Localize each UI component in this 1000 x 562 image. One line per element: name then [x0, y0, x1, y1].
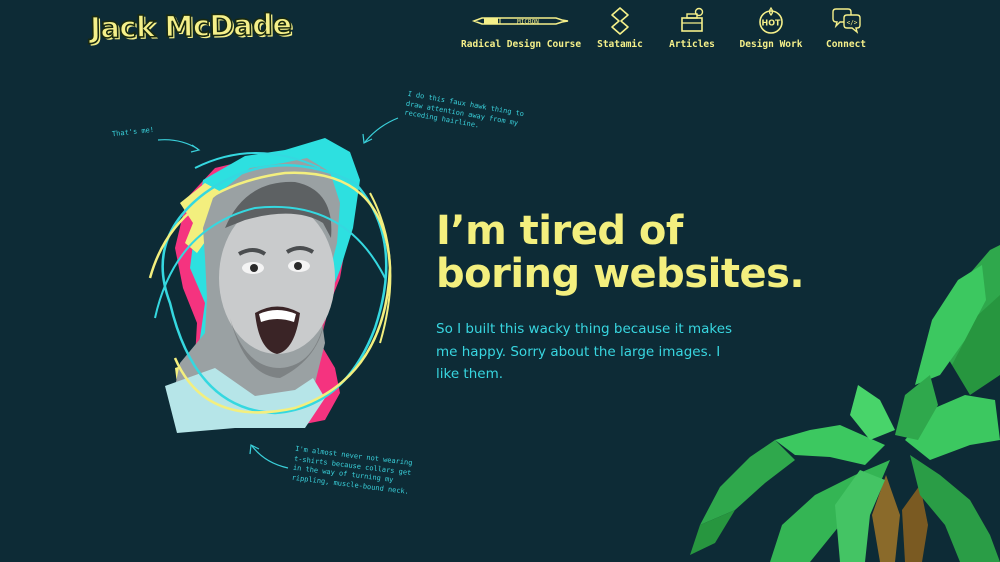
nav-item-connect[interactable]: </> Connect: [817, 6, 875, 50]
site-logo[interactable]: Jack McDade: [89, 6, 293, 45]
chat-bubbles-icon: </>: [832, 8, 861, 34]
nav-label: Connect: [825, 39, 867, 50]
portrait-image: [148, 138, 392, 433]
svg-text:</>: </>: [847, 20, 858, 27]
svg-text:HOT: HOT: [762, 19, 781, 28]
micron-pen-icon: MICRON: [471, 17, 569, 26]
nav-label: Radical Design Course: [461, 39, 582, 50]
nav-label: Design Work: [739, 39, 803, 50]
nav-item-radical-design-course[interactable]: MICRON Radical Design Course: [461, 6, 582, 50]
nav-label: Statamic: [597, 39, 643, 50]
palm-plant-illustration: [690, 245, 1000, 562]
nav-label: Articles: [669, 39, 715, 50]
nav-item-design-work[interactable]: HOT Design Work: [736, 6, 806, 50]
toolbox-icon: [681, 7, 704, 32]
hot-badge-icon: HOT: [759, 6, 783, 34]
annotation-tshirt: I'm almost never not wearing t-shirts be…: [291, 444, 413, 496]
pen-label: MICRON: [517, 19, 539, 26]
nav-item-statamic[interactable]: Statamic: [590, 6, 650, 50]
nav-item-articles[interactable]: Articles: [662, 6, 722, 50]
statamic-logo-icon: [611, 7, 629, 35]
main-nav: MICRON Radical Design Course Statamic Ar…: [455, 6, 875, 54]
